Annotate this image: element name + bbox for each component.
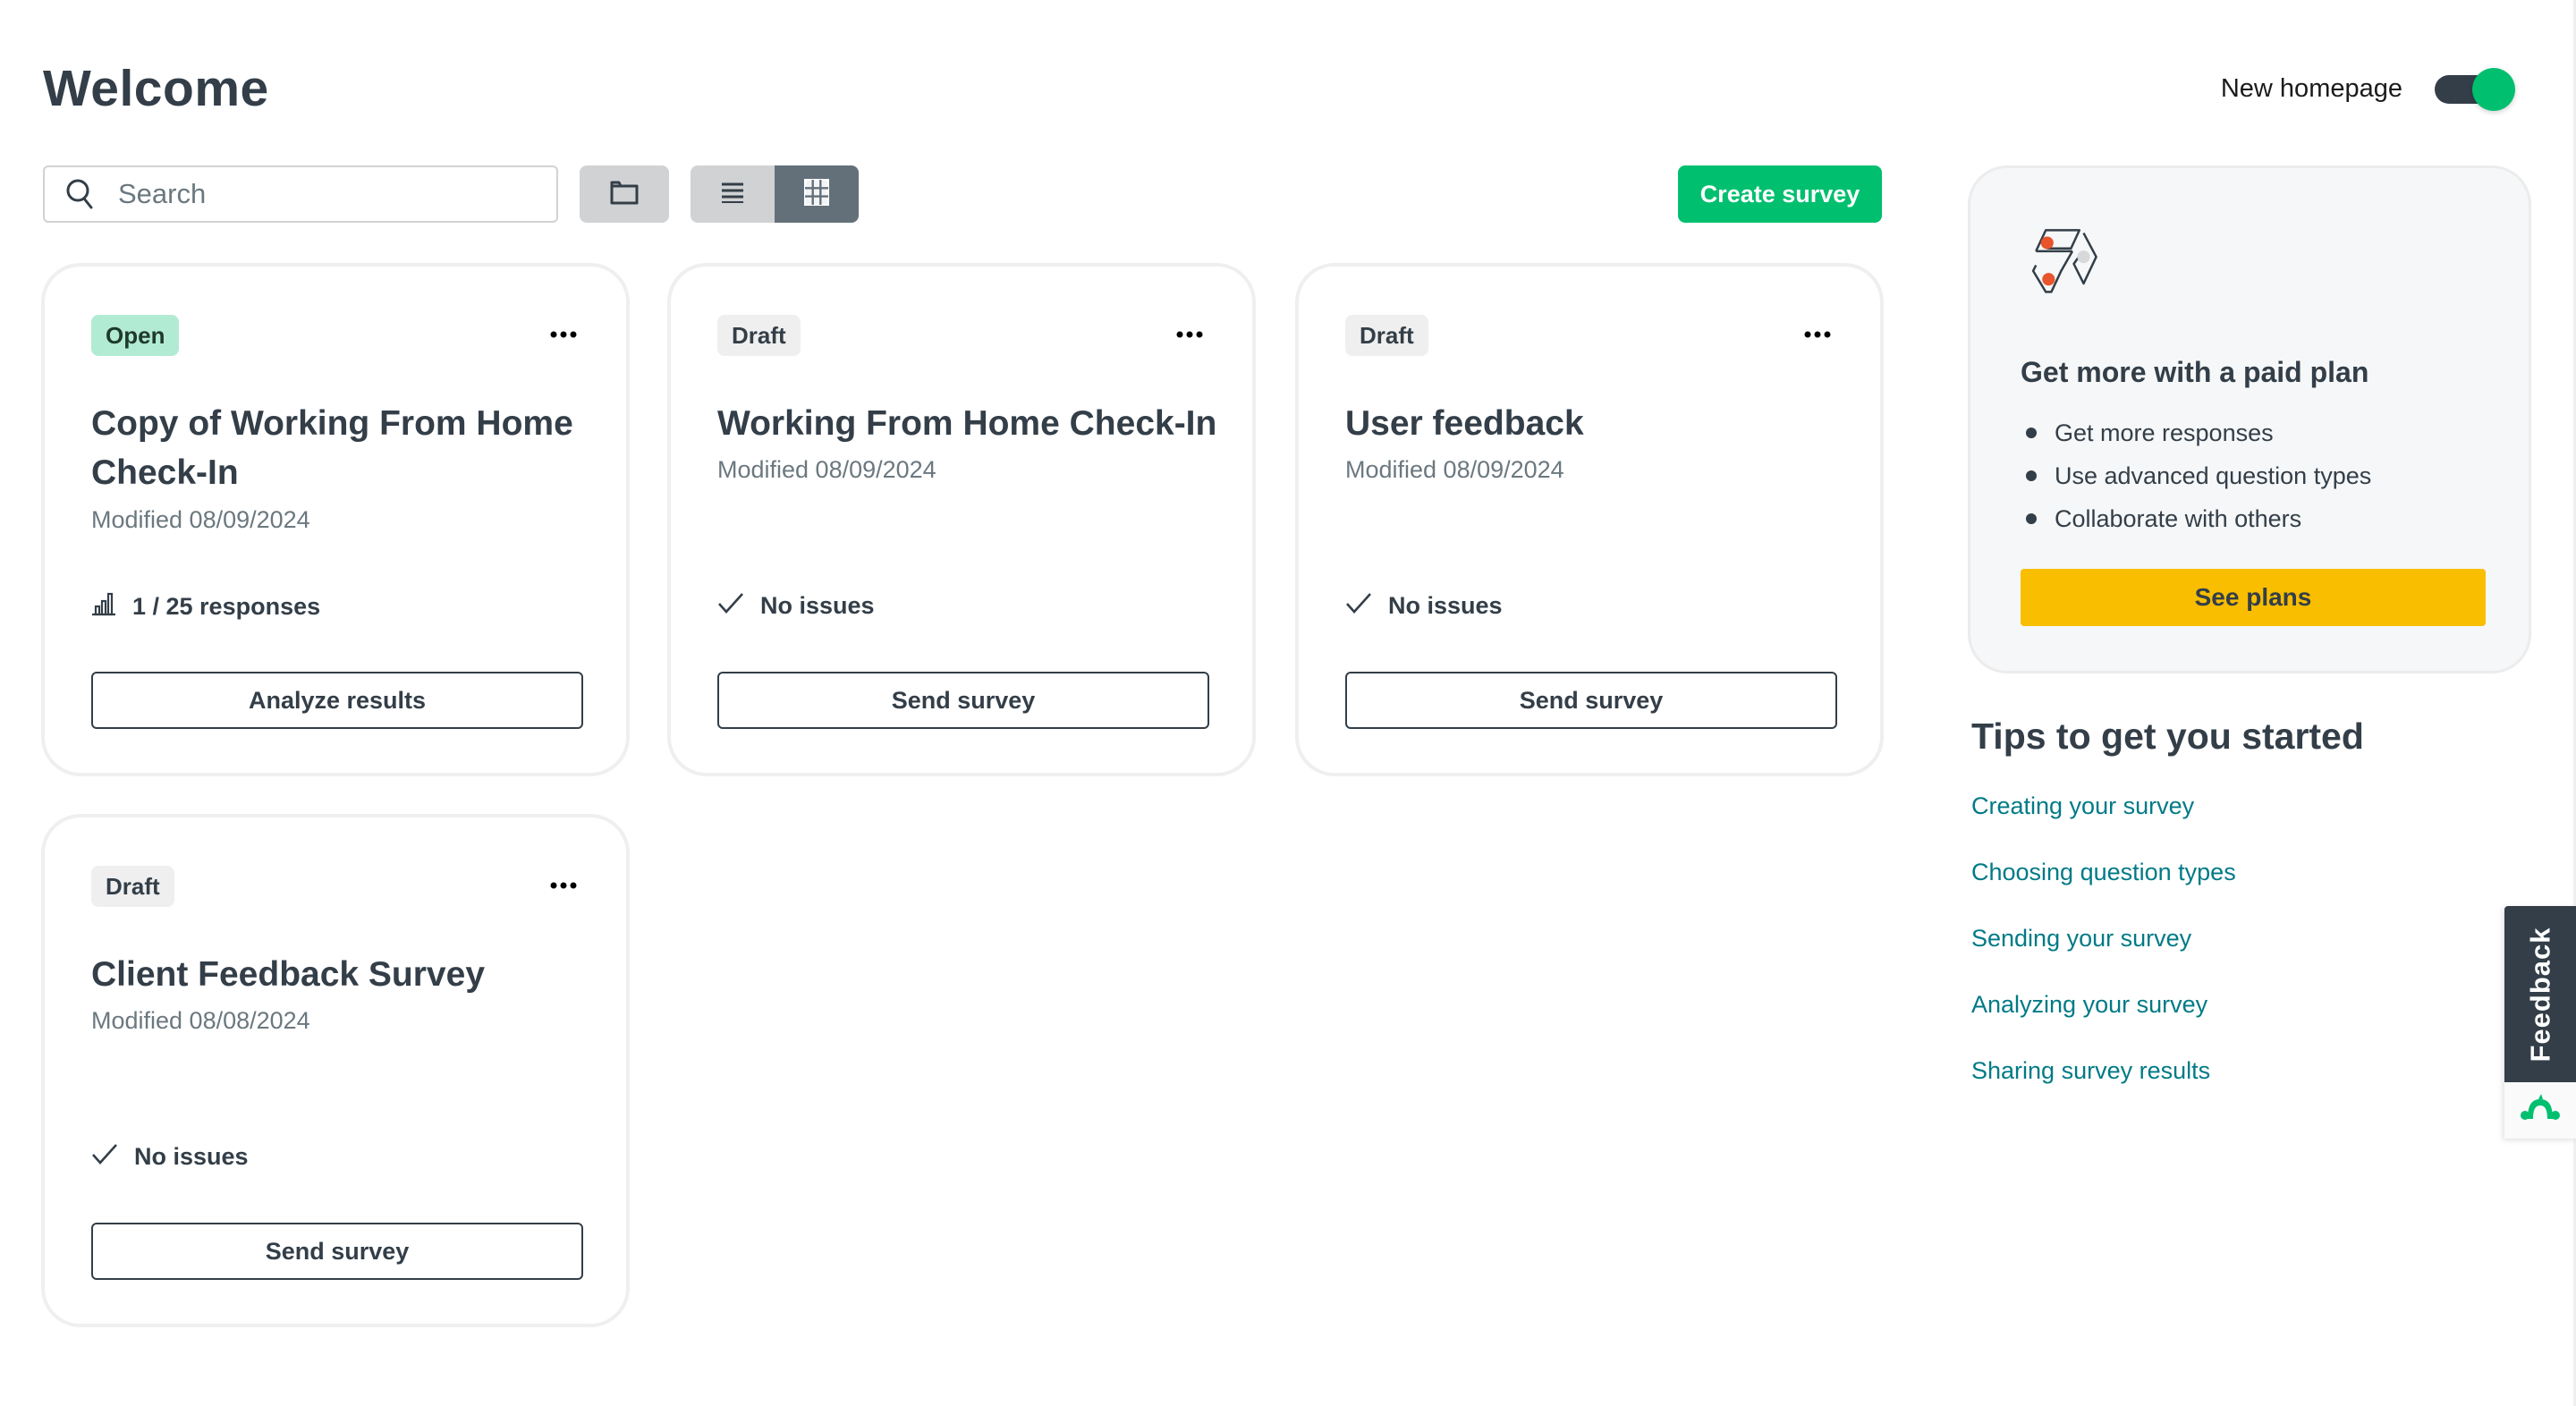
feedback-tab-label-area: Feedback	[2504, 906, 2576, 1082]
issues-status-text: No issues	[1388, 592, 1503, 619]
view-toggle	[691, 165, 859, 223]
toggle-knob	[2472, 68, 2515, 111]
feedback-tab[interactable]: Feedback	[2504, 906, 2576, 1139]
tip-link-sending-survey[interactable]: Sending your survey	[1971, 925, 2191, 952]
survey-title[interactable]: Working From Home Check-In	[717, 399, 1218, 448]
search-input[interactable]	[118, 178, 512, 210]
more-horizontal-icon	[550, 877, 577, 894]
modified-date: Modified 08/09/2024	[91, 506, 310, 533]
new-homepage-toggle[interactable]	[2435, 66, 2515, 111]
bullet-icon	[2026, 470, 2037, 481]
send-survey-button[interactable]: Send survey	[1345, 672, 1837, 729]
create-survey-button[interactable]: Create survey	[1678, 165, 1882, 223]
survey-card[interactable]: Open Copy of Working From Home Check-In …	[41, 263, 630, 776]
new-homepage-label: New homepage	[2220, 73, 2402, 103]
more-horizontal-icon	[550, 326, 577, 343]
status-badge: Draft	[91, 866, 174, 907]
upsell-benefit: Use advanced question types	[2021, 454, 2371, 497]
checkmark-icon	[1345, 591, 1372, 621]
upsell-benefits-list: Get more responses Use advanced question…	[2021, 411, 2371, 540]
folder-icon	[609, 179, 640, 210]
integration-hexagon-icon	[2021, 222, 2105, 306]
issues-status-text: No issues	[134, 1143, 249, 1170]
more-options-button[interactable]	[544, 318, 583, 351]
more-options-button[interactable]	[544, 869, 583, 902]
issues-status-text: No issues	[760, 592, 875, 619]
tip-link-creating-survey[interactable]: Creating your survey	[1971, 792, 2194, 819]
bullet-icon	[2026, 428, 2037, 438]
folders-button[interactable]	[580, 165, 669, 223]
issues-status: No issues	[717, 591, 875, 621]
upsell-heading: Get more with a paid plan	[2021, 356, 2369, 388]
new-homepage-toggle-group: New homepage	[2221, 66, 2515, 111]
list-view-button[interactable]	[691, 165, 775, 223]
send-survey-button[interactable]: Send survey	[91, 1223, 583, 1280]
list-view-icon	[720, 181, 745, 208]
analyze-results-button[interactable]: Analyze results	[91, 672, 583, 729]
grid-view-button[interactable]	[775, 165, 859, 223]
response-count-text: 1 / 25 responses	[132, 593, 321, 620]
grid-view-icon	[804, 178, 829, 210]
status-badge: Draft	[1345, 315, 1428, 356]
upsell-benefit: Get more responses	[2021, 411, 2371, 454]
issues-status: No issues	[1345, 591, 1503, 621]
modified-date: Modified 08/09/2024	[1345, 456, 1564, 483]
search-field[interactable]	[43, 165, 558, 223]
survey-title[interactable]: Copy of Working From Home Check-In	[91, 399, 592, 497]
status-badge: Draft	[717, 315, 801, 356]
send-survey-button[interactable]: Send survey	[717, 672, 1209, 729]
status-badge: Open	[91, 315, 180, 356]
tips-list: Creating your survey Choosing question t…	[1971, 792, 2236, 1123]
tips-heading: Tips to get you started	[1971, 716, 2364, 757]
checkmark-icon	[91, 1142, 118, 1172]
issues-status: No issues	[91, 1142, 249, 1172]
surveymonkey-logo-icon	[2520, 1092, 2561, 1129]
paid-plan-upsell: Get more with a paid plan Get more respo…	[1968, 165, 2531, 673]
page-title: Welcome	[43, 60, 269, 117]
more-horizontal-icon	[1176, 326, 1203, 343]
more-options-button[interactable]	[1170, 318, 1209, 351]
see-plans-button[interactable]: See plans	[2021, 569, 2486, 626]
survey-title[interactable]: Client Feedback Survey	[91, 950, 592, 999]
survey-card[interactable]: Draft Client Feedback Survey Modified 08…	[41, 814, 630, 1327]
modified-date: Modified 08/09/2024	[717, 456, 936, 483]
survey-card[interactable]: Draft Working From Home Check-In Modifie…	[667, 263, 1256, 776]
bullet-icon	[2026, 513, 2037, 524]
survey-card[interactable]: Draft User feedback Modified 08/09/2024 …	[1295, 263, 1884, 776]
search-icon	[63, 176, 98, 212]
tip-link-question-types[interactable]: Choosing question types	[1971, 859, 2236, 885]
modified-date: Modified 08/08/2024	[91, 1007, 310, 1034]
feedback-tab-logo-area	[2504, 1082, 2576, 1139]
checkmark-icon	[717, 591, 744, 621]
more-horizontal-icon	[1804, 326, 1831, 343]
response-count: 1 / 25 responses	[91, 591, 320, 623]
bar-chart-icon	[91, 591, 116, 623]
survey-title[interactable]: User feedback	[1345, 399, 1846, 448]
tip-link-sharing-results[interactable]: Sharing survey results	[1971, 1057, 2210, 1084]
upsell-benefit: Collaborate with others	[2021, 497, 2371, 540]
tip-link-analyzing-survey[interactable]: Analyzing your survey	[1971, 991, 2207, 1018]
more-options-button[interactable]	[1798, 318, 1837, 351]
feedback-label: Feedback	[2524, 926, 2556, 1063]
